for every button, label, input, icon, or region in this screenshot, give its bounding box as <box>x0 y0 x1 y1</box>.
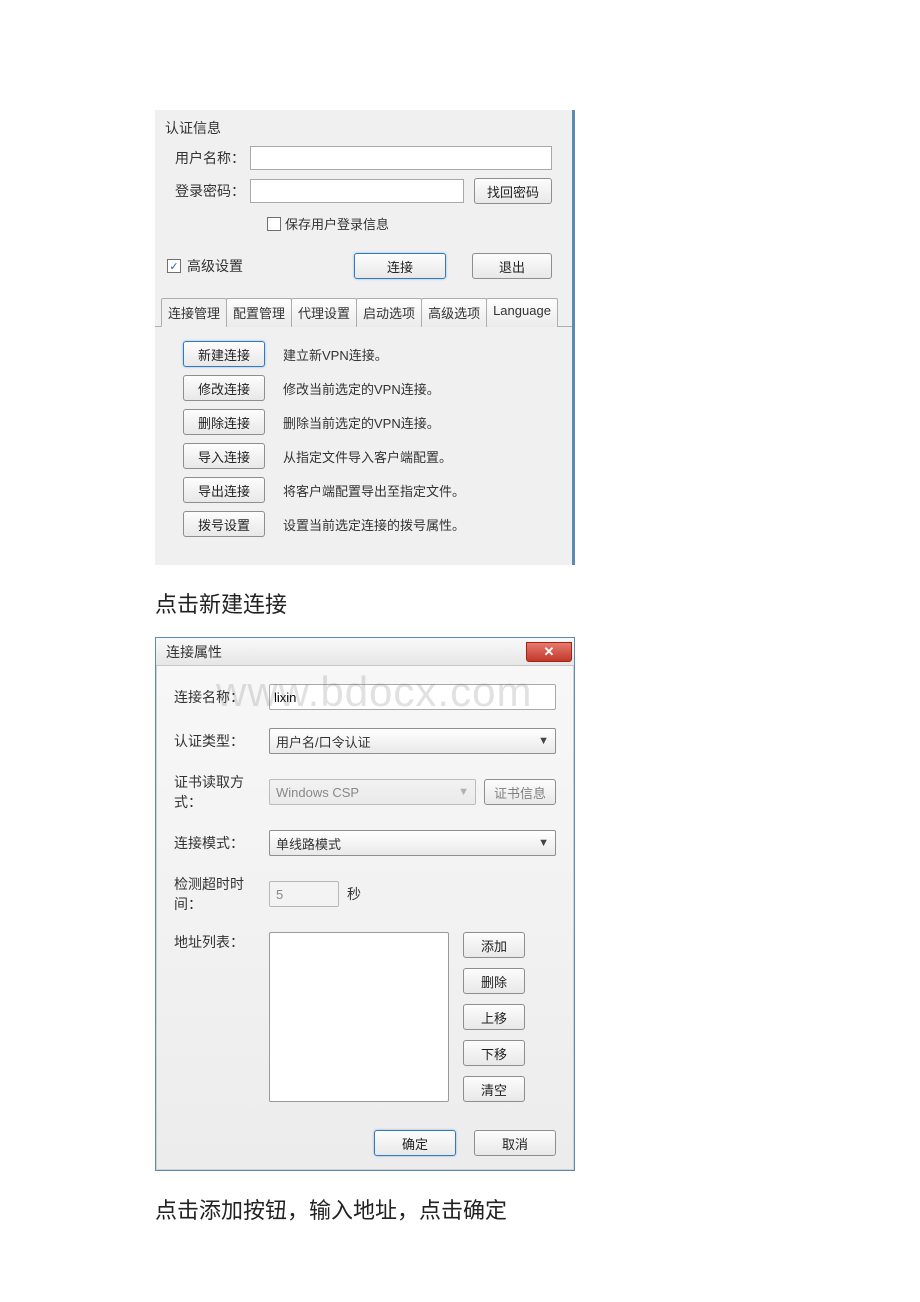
connection-name-input[interactable] <box>269 684 556 710</box>
delete-connection-desc: 删除当前选定的VPN连接。 <box>283 413 440 432</box>
save-login-label: 保存用户登录信息 <box>285 214 389 233</box>
chevron-down-icon: ▼ <box>538 837 549 849</box>
username-row: 用户名称： <box>155 142 572 174</box>
auth-group-title: 认证信息 <box>155 110 572 142</box>
close-icon: ✕ <box>544 644 555 660</box>
save-login-checkbox[interactable] <box>267 217 281 231</box>
chevron-down-icon: ▼ <box>458 786 469 798</box>
export-connection-button[interactable]: 导出连接 <box>183 477 265 503</box>
tab-proxy[interactable]: 代理设置 <box>291 298 357 327</box>
import-connection-desc: 从指定文件导入客户端配置。 <box>283 447 452 466</box>
conn-mode-row: 连接模式： 单线路模式 ▼ <box>174 830 556 856</box>
tab-content: 新建连接 建立新VPN连接。 修改连接 修改当前选定的VPN连接。 删除连接 删… <box>155 327 572 565</box>
dial-settings-desc: 设置当前选定连接的拨号属性。 <box>283 515 465 534</box>
conn-mode-value: 单线路模式 <box>276 834 341 853</box>
cert-mode-value: Windows CSP <box>276 785 359 800</box>
advanced-label: 高级设置 <box>187 256 243 276</box>
save-login-row[interactable]: 保存用户登录信息 <box>155 208 572 243</box>
tab-language[interactable]: Language <box>486 298 558 327</box>
new-connection-row: 新建连接 建立新VPN连接。 <box>169 341 558 367</box>
tab-advanced[interactable]: 高级选项 <box>421 298 487 327</box>
edit-connection-row: 修改连接 修改当前选定的VPN连接。 <box>169 375 558 401</box>
edit-connection-button[interactable]: 修改连接 <box>183 375 265 401</box>
address-buttons: 添加 删除 上移 下移 清空 <box>463 932 525 1102</box>
dial-settings-row: 拨号设置 设置当前选定连接的拨号属性。 <box>169 511 558 537</box>
address-list-row: 地址列表： 添加 删除 上移 下移 清空 <box>174 932 556 1102</box>
password-label: 登录密码： <box>175 181 250 201</box>
cert-info-button: 证书信息 <box>484 779 556 805</box>
conn-mode-label: 连接模式： <box>174 833 269 853</box>
add-button[interactable]: 添加 <box>463 932 525 958</box>
ok-button[interactable]: 确定 <box>374 1130 456 1156</box>
connection-name-row: 连接名称： <box>174 684 556 710</box>
tab-startup[interactable]: 启动选项 <box>356 298 422 327</box>
tabs: 连接管理 配置管理 代理设置 启动选项 高级选项 Language <box>155 291 572 327</box>
import-connection-row: 导入连接 从指定文件导入客户端配置。 <box>169 443 558 469</box>
auth-type-value: 用户名/口令认证 <box>276 732 371 751</box>
cert-mode-row: 证书读取方式： Windows CSP ▼ 证书信息 <box>174 772 556 812</box>
instruction-2: 点击添加按钮，输入地址，点击确定 <box>155 1171 765 1243</box>
username-input[interactable] <box>250 146 552 170</box>
connection-properties-dialog: 连接属性 ✕ www.bdocx.com 连接名称： 认证类型： 用户名/口令认… <box>155 637 575 1171</box>
auth-type-row: 认证类型： 用户名/口令认证 ▼ <box>174 728 556 754</box>
delete-connection-row: 删除连接 删除当前选定的VPN连接。 <box>169 409 558 435</box>
instruction-1: 点击新建连接 <box>155 565 765 637</box>
dial-settings-button[interactable]: 拨号设置 <box>183 511 265 537</box>
address-listbox[interactable] <box>269 932 449 1102</box>
address-list-label: 地址列表： <box>174 932 269 952</box>
new-connection-button[interactable]: 新建连接 <box>183 341 265 367</box>
conn-mode-select[interactable]: 单线路模式 ▼ <box>269 830 556 856</box>
cert-mode-select: Windows CSP ▼ <box>269 779 476 805</box>
tab-connection-mgmt[interactable]: 连接管理 <box>161 298 227 327</box>
connection-name-label: 连接名称： <box>174 687 269 707</box>
close-button[interactable]: ✕ <box>526 642 572 662</box>
advanced-checkbox[interactable]: ✓ <box>167 259 181 273</box>
timeout-row: 检测超时时间： 秒 <box>174 874 556 914</box>
edit-connection-desc: 修改当前选定的VPN连接。 <box>283 379 440 398</box>
timeout-unit: 秒 <box>347 884 361 904</box>
export-connection-row: 导出连接 将客户端配置导出至指定文件。 <box>169 477 558 503</box>
cert-mode-label: 证书读取方式： <box>174 772 269 812</box>
titlebar: 连接属性 ✕ <box>156 638 574 666</box>
chevron-down-icon: ▼ <box>538 735 549 747</box>
auth-type-select[interactable]: 用户名/口令认证 ▼ <box>269 728 556 754</box>
delete-connection-button[interactable]: 删除连接 <box>183 409 265 435</box>
advanced-row: ✓ 高级设置 连接 退出 <box>155 243 572 291</box>
connect-button[interactable]: 连接 <box>354 253 446 279</box>
exit-button[interactable]: 退出 <box>472 253 552 279</box>
footer-buttons: 确定 取消 <box>174 1120 556 1156</box>
move-down-button[interactable]: 下移 <box>463 1040 525 1066</box>
export-connection-desc: 将客户端配置导出至指定文件。 <box>283 481 465 500</box>
dialog-title: 连接属性 <box>166 642 222 662</box>
auth-dialog: 认证信息 用户名称： 登录密码： 找回密码 保存用户登录信息 ✓ 高级设置 连接… <box>155 110 575 565</box>
delete-button[interactable]: 删除 <box>463 968 525 994</box>
cancel-button[interactable]: 取消 <box>474 1130 556 1156</box>
username-label: 用户名称： <box>175 148 250 168</box>
clear-button[interactable]: 清空 <box>463 1076 525 1102</box>
import-connection-button[interactable]: 导入连接 <box>183 443 265 469</box>
move-up-button[interactable]: 上移 <box>463 1004 525 1030</box>
timeout-input <box>269 881 339 907</box>
password-row: 登录密码： 找回密码 <box>155 174 572 208</box>
dialog-body: www.bdocx.com 连接名称： 认证类型： 用户名/口令认证 ▼ 证书读… <box>156 666 574 1170</box>
timeout-label: 检测超时时间： <box>174 874 269 914</box>
tab-config-mgmt[interactable]: 配置管理 <box>226 298 292 327</box>
auth-type-label: 认证类型： <box>174 731 269 751</box>
new-connection-desc: 建立新VPN连接。 <box>283 345 388 364</box>
password-input[interactable] <box>250 179 464 203</box>
find-password-button[interactable]: 找回密码 <box>474 178 552 204</box>
